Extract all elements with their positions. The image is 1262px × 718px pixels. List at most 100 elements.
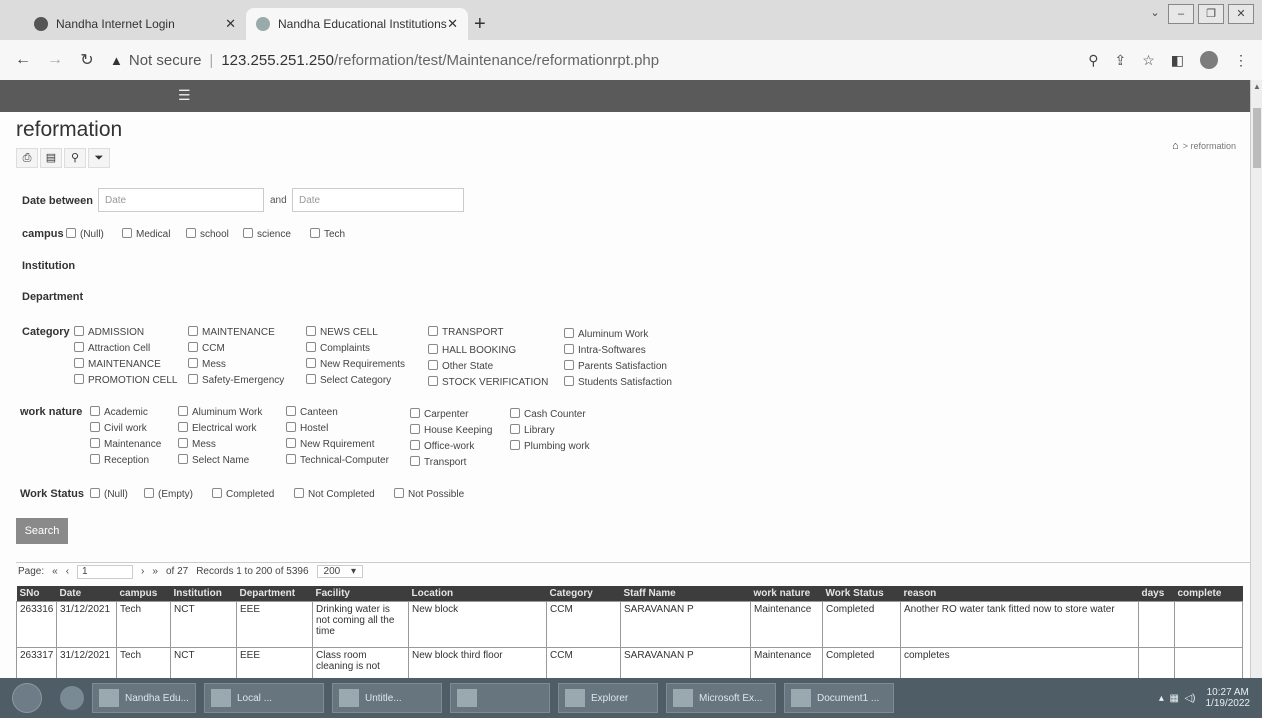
column-header[interactable]: Department [236, 586, 313, 602]
campus-option-medical[interactable]: Medical [122, 228, 170, 240]
category-option[interactable]: PROMOTION CELL [74, 374, 177, 386]
column-header[interactable]: Location [408, 586, 547, 602]
column-header[interactable]: Work Status [822, 586, 901, 602]
column-header[interactable]: complete [1174, 586, 1243, 602]
category-option[interactable]: Mess [188, 358, 226, 370]
work-nature-option[interactable]: Aluminum Work [178, 406, 262, 418]
category-option[interactable]: Parents Satisfaction [564, 360, 667, 372]
system-clock[interactable]: 10:27 AM 1/19/2022 [1206, 687, 1251, 709]
work-status-option[interactable]: (Empty) [144, 488, 193, 500]
first-page-icon[interactable]: « [52, 566, 58, 577]
category-option[interactable]: STOCK VERIFICATION [428, 376, 548, 388]
work-nature-option[interactable]: Academic [90, 406, 148, 418]
category-option[interactable]: Other State [428, 360, 493, 372]
campus-option-school[interactable]: school [186, 228, 229, 240]
category-option[interactable]: Safety-Emergency [188, 374, 284, 386]
next-page-icon[interactable]: › [141, 566, 144, 577]
category-option[interactable]: Aluminum Work [564, 328, 648, 340]
campus-option-null[interactable]: (Null) [66, 228, 104, 240]
column-header[interactable]: SNo [16, 586, 57, 602]
category-option[interactable]: CCM [188, 342, 225, 354]
work-nature-option[interactable]: Electrical work [178, 422, 256, 434]
search-button[interactable]: Search [16, 518, 68, 544]
side-panel-icon[interactable]: ◧ [1171, 52, 1184, 69]
work-nature-option[interactable]: Select Name [178, 454, 249, 466]
work-nature-option[interactable]: Library [510, 424, 555, 436]
close-tab-icon[interactable]: ✕ [447, 16, 458, 32]
profile-avatar[interactable] [1200, 51, 1218, 69]
taskbar-item[interactable]: Document1 ... [784, 683, 894, 713]
work-nature-option[interactable]: Reception [90, 454, 149, 466]
date-from-input[interactable]: Date [98, 188, 264, 212]
work-status-option[interactable]: (Null) [90, 488, 128, 500]
forward-arrow-icon[interactable]: → [46, 51, 64, 69]
category-option[interactable]: TRANSPORT [428, 326, 504, 338]
work-nature-option[interactable]: Civil work [90, 422, 147, 434]
category-option[interactable]: MAINTENANCE [188, 326, 275, 338]
work-nature-option[interactable]: Hostel [286, 422, 328, 434]
category-option[interactable]: MAINTENANCE [74, 358, 161, 370]
column-header[interactable]: Staff Name [620, 586, 751, 602]
category-option[interactable]: New Requirements [306, 358, 405, 370]
work-nature-option[interactable]: Carpenter [410, 408, 468, 420]
taskbar-item[interactable]: Explorer [558, 683, 658, 713]
category-option[interactable]: Attraction Cell [74, 342, 150, 354]
category-option[interactable]: ADMISSION [74, 326, 144, 338]
table-row[interactable]: 263317 31/12/2021 Tech NCT EEE Class roo… [16, 647, 1243, 678]
prev-page-icon[interactable]: ‹ [66, 566, 69, 577]
work-status-option[interactable]: Not Possible [394, 488, 464, 500]
url-field[interactable]: ▲ Not secure | 123.255.251.250/reformati… [110, 52, 659, 69]
menu-kebab-icon[interactable]: ⋮ [1234, 52, 1248, 69]
column-header[interactable]: Category [546, 586, 621, 602]
work-nature-option[interactable]: Technical-Computer [286, 454, 389, 466]
work-nature-option[interactable]: New Rquirement [286, 438, 374, 450]
new-tab-button[interactable]: + [474, 14, 486, 34]
scrollbar-thumb[interactable] [1253, 108, 1261, 168]
tray-arrow-icon[interactable]: ▴ [1159, 693, 1164, 704]
home-icon[interactable]: ⌂ [1172, 140, 1179, 152]
column-header[interactable]: Date [56, 586, 117, 602]
tab-search-chevron-icon[interactable]: ⌄ [1146, 4, 1164, 24]
taskbar-item[interactable]: Untitle... [332, 683, 442, 713]
taskbar-item[interactable]: Nandha Edu... [92, 683, 196, 713]
scroll-up-icon[interactable]: ▲ [1253, 82, 1261, 91]
column-header[interactable]: campus [116, 586, 171, 602]
page-number-input[interactable]: 1 [77, 564, 134, 579]
taskbar-item[interactable] [450, 683, 550, 713]
maximize-button[interactable]: ❐ [1198, 4, 1224, 24]
taskbar-item[interactable]: Local ... [204, 683, 324, 713]
campus-option-science[interactable]: science [243, 228, 291, 240]
reload-icon[interactable]: ↻ [78, 50, 96, 70]
category-option[interactable]: HALL BOOKING [428, 344, 516, 356]
category-option[interactable]: Intra-Softwares [564, 344, 646, 356]
category-option[interactable]: Select Category [306, 374, 391, 386]
work-nature-option[interactable]: Mess [178, 438, 216, 450]
taskbar-app-icon[interactable] [60, 686, 84, 710]
column-header[interactable]: reason [900, 586, 1139, 602]
column-header[interactable]: work nature [750, 586, 823, 602]
tab-nandha-educational[interactable]: Nandha Educational Institutions ✕ [246, 8, 468, 40]
taskbar-item[interactable]: Microsoft Ex... [666, 683, 776, 713]
filter-icon[interactable]: ⏷ [88, 148, 110, 168]
start-button[interactable] [12, 683, 42, 713]
tab-nandha-internet-login[interactable]: Nandha Internet Login ✕ [24, 8, 246, 40]
column-header[interactable]: days [1138, 586, 1175, 602]
work-status-option[interactable]: Not Completed [294, 488, 375, 500]
work-nature-option[interactable]: Office-work [410, 440, 474, 452]
table-row[interactable]: 263316 31/12/2021 Tech NCT EEE Drinking … [16, 601, 1243, 648]
bookmark-star-icon[interactable]: ☆ [1142, 52, 1155, 69]
vertical-scrollbar[interactable]: ▲ [1250, 80, 1262, 678]
close-window-button[interactable]: ✕ [1228, 4, 1254, 24]
volume-icon[interactable]: ◁) [1184, 693, 1195, 704]
work-nature-option[interactable]: House Keeping [410, 424, 492, 436]
work-nature-option[interactable]: Canteen [286, 406, 338, 418]
share-icon[interactable]: ⇪ [1114, 52, 1126, 69]
category-option[interactable]: NEWS CELL [306, 326, 378, 338]
close-tab-icon[interactable]: ✕ [225, 16, 236, 32]
work-nature-option[interactable]: Plumbing work [510, 440, 590, 452]
work-status-option[interactable]: Completed [212, 488, 274, 500]
page-size-select[interactable]: 200 ▾ [316, 565, 364, 578]
work-nature-option[interactable]: Maintenance [90, 438, 161, 450]
minimize-button[interactable]: – [1168, 4, 1194, 24]
category-option[interactable]: Students Satisfaction [564, 376, 672, 388]
